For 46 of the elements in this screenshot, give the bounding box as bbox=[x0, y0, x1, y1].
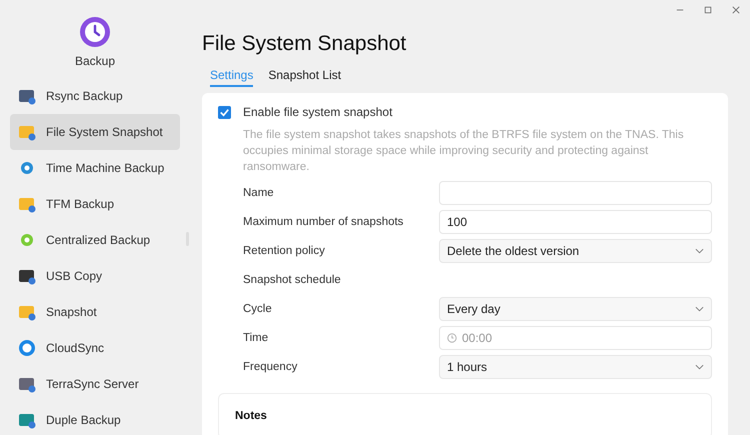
app-icon bbox=[18, 339, 36, 357]
description: The file system snapshot takes snapshots of the BTRFS file system on the TNAS. This occupies minimal storage space while improving security and protecting against ransomware. bbox=[243, 128, 685, 175]
app-icon bbox=[18, 123, 36, 141]
chevron-icon bbox=[695, 306, 704, 312]
field-label: Frequency bbox=[243, 360, 298, 375]
sidebar-item[interactable]: Snapshot bbox=[10, 294, 180, 330]
app-icon bbox=[18, 159, 36, 177]
sidebar-item[interactable]: Duple Backup bbox=[10, 402, 180, 435]
app-name: Backup bbox=[74, 54, 116, 68]
chevron-icon bbox=[695, 364, 704, 370]
input-field[interactable] bbox=[439, 181, 712, 205]
section-label: Snapshot schedule bbox=[243, 273, 342, 288]
app-icon bbox=[18, 87, 36, 105]
tab[interactable]: Snapshot List bbox=[268, 64, 342, 87]
input-field[interactable]: 100 bbox=[439, 210, 712, 234]
field-label: Cycle bbox=[243, 302, 273, 317]
sidebar-item[interactable]: USB Copy bbox=[10, 258, 180, 294]
sidebar-item[interactable]: File System Snapshot bbox=[10, 114, 180, 150]
app-icon bbox=[18, 411, 36, 429]
checkbox-label: Enable file system snapshot bbox=[243, 105, 392, 119]
sidebar-item[interactable]: Time Machine Backup bbox=[10, 150, 180, 186]
notes-title: Notes bbox=[235, 410, 267, 422]
sidebar-item[interactable]: CloudSync bbox=[10, 330, 180, 366]
chevron-icon bbox=[695, 248, 704, 254]
field-label: Name bbox=[243, 186, 275, 201]
clock-logo-icon bbox=[79, 16, 111, 48]
dropdown[interactable]: Delete the oldest version bbox=[439, 239, 712, 263]
close-icon[interactable] bbox=[732, 6, 740, 14]
sidebar-item[interactable]: Centralized Backup bbox=[10, 222, 180, 258]
maximize-icon[interactable] bbox=[704, 6, 712, 14]
field-label: Time bbox=[243, 331, 270, 346]
checkbox[interactable] bbox=[218, 106, 231, 118]
dropdown[interactable]: Every day bbox=[439, 297, 712, 321]
clock-icon bbox=[447, 333, 457, 343]
field-label: Retention policy bbox=[243, 244, 326, 259]
app-icon bbox=[18, 375, 36, 393]
app-icon bbox=[18, 303, 36, 321]
app-icon bbox=[18, 195, 36, 213]
sidebar-item[interactable]: Rsync Backup bbox=[10, 78, 180, 114]
app-icon bbox=[18, 231, 36, 249]
sidebar-item[interactable]: TFM Backup bbox=[10, 186, 180, 222]
field-label: Maximum number of snapshots bbox=[243, 215, 404, 230]
sidebar-item[interactable]: TerraSync Server bbox=[10, 366, 180, 402]
page-title: File System Snapshot bbox=[202, 32, 408, 56]
dropdown[interactable]: 1 hours bbox=[439, 355, 712, 379]
app-icon bbox=[18, 267, 36, 285]
